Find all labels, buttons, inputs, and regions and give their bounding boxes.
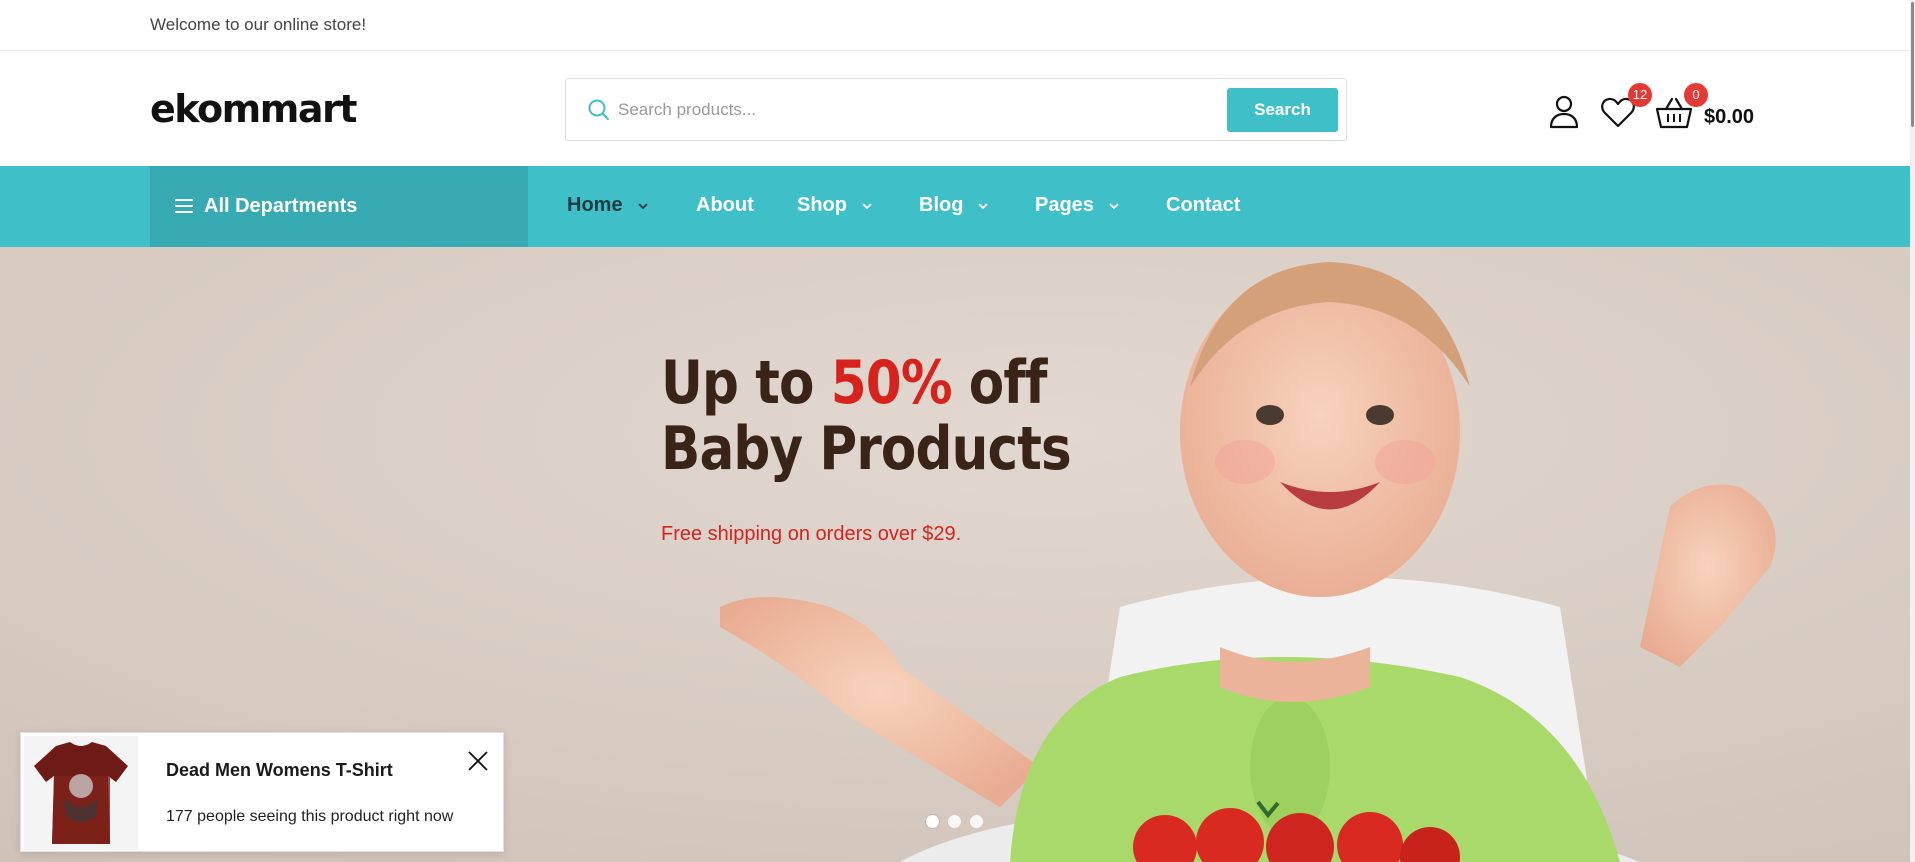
slider-dot[interactable] xyxy=(926,815,939,828)
site-header: ekommart Search 12 0 $0.00 xyxy=(0,51,1910,166)
nav-item-label: Contact xyxy=(1166,194,1241,216)
slider-dot[interactable] xyxy=(948,815,961,828)
nav-item-home[interactable]: Home xyxy=(567,194,649,217)
all-departments-label: All Departments xyxy=(204,195,358,217)
popup-message: 177 people seeing this product right now xyxy=(166,808,454,825)
hero-headline-highlight: 50% xyxy=(830,348,953,418)
hero-headline-line2: Baby Products xyxy=(661,414,1072,484)
all-departments-button[interactable]: All Departments xyxy=(150,166,528,247)
nav-item-about[interactable]: About xyxy=(696,194,754,217)
hero-headline-suffix: off xyxy=(951,348,1048,418)
nav-item-label: Pages xyxy=(1035,194,1094,216)
nav-item-contact[interactable]: Contact xyxy=(1166,194,1240,217)
nav-item-label: Shop xyxy=(797,194,847,216)
welcome-message: Welcome to our online store! xyxy=(150,15,367,34)
nav-item-label: Blog xyxy=(919,194,964,216)
nav-item-label: About xyxy=(696,194,754,216)
cart-count-badge: 0 xyxy=(1684,83,1708,107)
chevron-down-icon xyxy=(1109,202,1119,209)
search-form: Search xyxy=(565,78,1347,141)
page-scrollbar[interactable] xyxy=(1910,0,1915,862)
chevron-down-icon xyxy=(978,202,989,209)
chevron-down-icon xyxy=(637,202,648,209)
scrollbar-thumb[interactable] xyxy=(1911,2,1914,127)
product-thumbnail[interactable] xyxy=(24,736,138,850)
wishlist-count-badge: 12 xyxy=(1628,83,1652,107)
nav-item-label: Home xyxy=(567,194,623,216)
slider-dot[interactable] xyxy=(970,815,983,828)
search-input[interactable] xyxy=(618,91,1218,129)
site-logo[interactable]: ekommart xyxy=(150,87,357,131)
sales-notification-popup: Dead Men Womens T-Shirt 177 people seein… xyxy=(20,732,504,852)
hero-headline-prefix: Up to xyxy=(661,348,831,418)
hero-headline: Up to 50% off Baby Products xyxy=(661,348,1072,484)
user-icon[interactable] xyxy=(1547,94,1581,130)
chevron-down-icon xyxy=(862,202,872,209)
close-icon[interactable] xyxy=(466,749,490,773)
nav-item-shop[interactable]: Shop xyxy=(797,194,873,217)
slider-pagination xyxy=(926,815,983,828)
nav-item-pages[interactable]: Pages xyxy=(1035,194,1120,217)
hamburger-menu-icon xyxy=(175,199,193,213)
cart-total[interactable]: $0.00 xyxy=(1704,106,1754,129)
search-button[interactable]: Search xyxy=(1227,88,1338,132)
search-icon xyxy=(588,99,609,120)
nav-item-blog[interactable]: Blog xyxy=(919,194,989,217)
popup-product-name[interactable]: Dead Men Womens T-Shirt xyxy=(166,760,393,781)
hero-subtitle: Free shipping on orders over $29. xyxy=(661,523,962,545)
top-bar: Welcome to our online store! xyxy=(0,0,1910,51)
main-navigation: All Departments Home About Shop Blog Pag… xyxy=(0,166,1910,247)
